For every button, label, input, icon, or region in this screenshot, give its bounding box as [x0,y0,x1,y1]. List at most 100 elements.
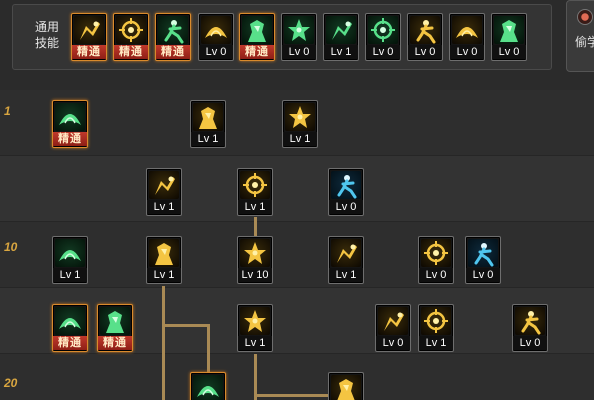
skill-level-label: Lv 1 [191,132,225,146]
skill-tree-slot-s11[interactable]: Lv 0 [418,236,454,284]
general-label-line-1: 通用 [34,20,59,34]
speed-dash-icon [240,171,270,199]
skill-level-label: Lv 1 [238,336,272,350]
skill-level-label: Lv 1 [419,336,453,350]
skill-level-label: Lv 1 [53,268,87,282]
sand-wave-icon [378,307,408,335]
skill-tree-slot-s7[interactable]: Lv 1 [52,236,88,284]
steal-learn-icon [577,9,593,25]
connector-line [254,217,257,237]
skill-level-label: Lv 1 [238,200,272,214]
connector-line [162,324,210,327]
general-skill-slot[interactable]: Lv 0 [491,13,527,61]
tree-row-2 [0,156,594,222]
general-skill-slot[interactable]: Lv 0 [365,13,401,61]
skill-level-label: Lv 0 [466,268,500,282]
skill-tree-slot-s10[interactable]: Lv 1 [328,236,364,284]
hooded-figure-icon [240,307,270,335]
sweeping-hand-icon [100,307,130,335]
skill-tree-slot-s17[interactable]: Lv 1 [418,304,454,352]
skill-tree-slot-s14[interactable]: 精通 [97,304,133,352]
general-skill-slot[interactable]: Lv 1 [323,13,359,61]
general-skill-slot[interactable]: Lv 0 [407,13,443,61]
connector-line [254,394,334,397]
skill-level-label: Lv 0 [376,336,410,350]
target-circle-icon [284,16,314,44]
skill-level-label: 精通 [98,336,132,350]
steal-learn-label: 偷学 [575,35,594,49]
level-marker-20: 20 [4,376,18,390]
connector-line [207,324,210,374]
spinning-wind-icon [193,375,223,400]
skill-level-label: Lv 0 [450,45,484,59]
skill-tree-slot-s6[interactable]: Lv 0 [328,168,364,216]
vortex-orb-icon [410,16,440,44]
skill-tree-slot-s19[interactable] [190,372,226,400]
skill-level-label: Lv 0 [282,45,316,59]
skill-level-label: 精通 [72,45,106,59]
general-skill-slot[interactable]: 精通 [239,13,275,61]
skill-tree-slot-s15[interactable]: Lv 1 [237,304,273,352]
skill-tree-slot-s18[interactable]: Lv 0 [512,304,548,352]
tree-row-4 [0,288,594,354]
connector-line [162,286,165,400]
level-marker-10: 10 [4,240,18,254]
skill-tree-slot-s8[interactable]: Lv 1 [146,236,182,284]
burst-explosion-icon [149,171,179,199]
general-skills-bar: 通用 技能 精通 精通 精通 Lv 0 精通 Lv 0 Lv 1 Lv 0 Lv… [12,4,552,70]
skill-level-label: Lv 0 [329,200,363,214]
skill-tree-slot-s9[interactable]: Lv 10 [237,236,273,284]
skill-tree-slot-s2[interactable]: Lv 1 [190,100,226,148]
running-figure-icon [158,16,188,44]
winged-totem-icon [468,239,498,267]
general-skill-slot[interactable]: Lv 0 [281,13,317,61]
skill-level-label: Lv 1 [147,268,181,282]
general-skill-slot[interactable]: 精通 [113,13,149,61]
skill-level-label: Lv 0 [513,336,547,350]
general-skill-slot[interactable]: Lv 0 [449,13,485,61]
skill-tree-slot-s1[interactable]: 精通 [52,100,88,148]
skill-level-label: 精通 [156,45,190,59]
throw-projectile-icon [331,171,361,199]
skill-level-label: Lv 1 [329,268,363,282]
green-warrior-icon [494,16,524,44]
general-skill-slot[interactable]: 精通 [155,13,191,61]
seated-figure-icon [74,16,104,44]
arc-slash-icon [149,239,179,267]
claw-grab-icon [55,239,85,267]
slash-strike-icon [285,103,315,131]
skill-tree-slot-s4[interactable]: Lv 1 [146,168,182,216]
tree-row-3 [0,222,594,288]
rising-arrow-icon [421,239,451,267]
skill-tree-slot-s3[interactable]: Lv 1 [282,100,318,148]
skill-level-label: Lv 0 [408,45,442,59]
kneeling-figure-icon [116,16,146,44]
skill-level-label: Lv 0 [199,45,233,59]
general-skill-slot[interactable]: Lv 0 [198,13,234,61]
archer-figure-icon [55,307,85,335]
general-skills-label: 通用 技能 [27,19,67,51]
strongman-figure-icon [452,16,482,44]
flying-kick-icon [421,307,451,335]
level-marker-1: 1 [4,104,11,118]
grappling-figure-icon [368,16,398,44]
skill-level-label: Lv 0 [366,45,400,59]
general-skill-slot[interactable]: 精通 [71,13,107,61]
skill-tree-slot-s20[interactable] [328,372,364,400]
skill-level-label: Lv 1 [324,45,358,59]
skill-tree-slot-s16[interactable]: Lv 0 [375,304,411,352]
skill-tree-slot-s5[interactable]: Lv 1 [237,168,273,216]
skill-tree-slot-s13[interactable]: 精通 [52,304,88,352]
skill-level-label: Lv 1 [147,200,181,214]
steal-learn-tab[interactable]: 偷学 [566,0,594,72]
skill-level-label: 精通 [240,45,274,59]
crosshair-icon [242,16,272,44]
fist-impact-icon [240,239,270,267]
skill-level-label: 精通 [53,336,87,350]
upward-kick-icon [193,103,223,131]
lightning-claw-icon [331,239,361,267]
winged-emblem-icon [201,16,231,44]
general-label-line-2: 技能 [34,36,59,50]
shield-mask-icon [331,375,361,400]
skill-tree-slot-s12[interactable]: Lv 0 [465,236,501,284]
